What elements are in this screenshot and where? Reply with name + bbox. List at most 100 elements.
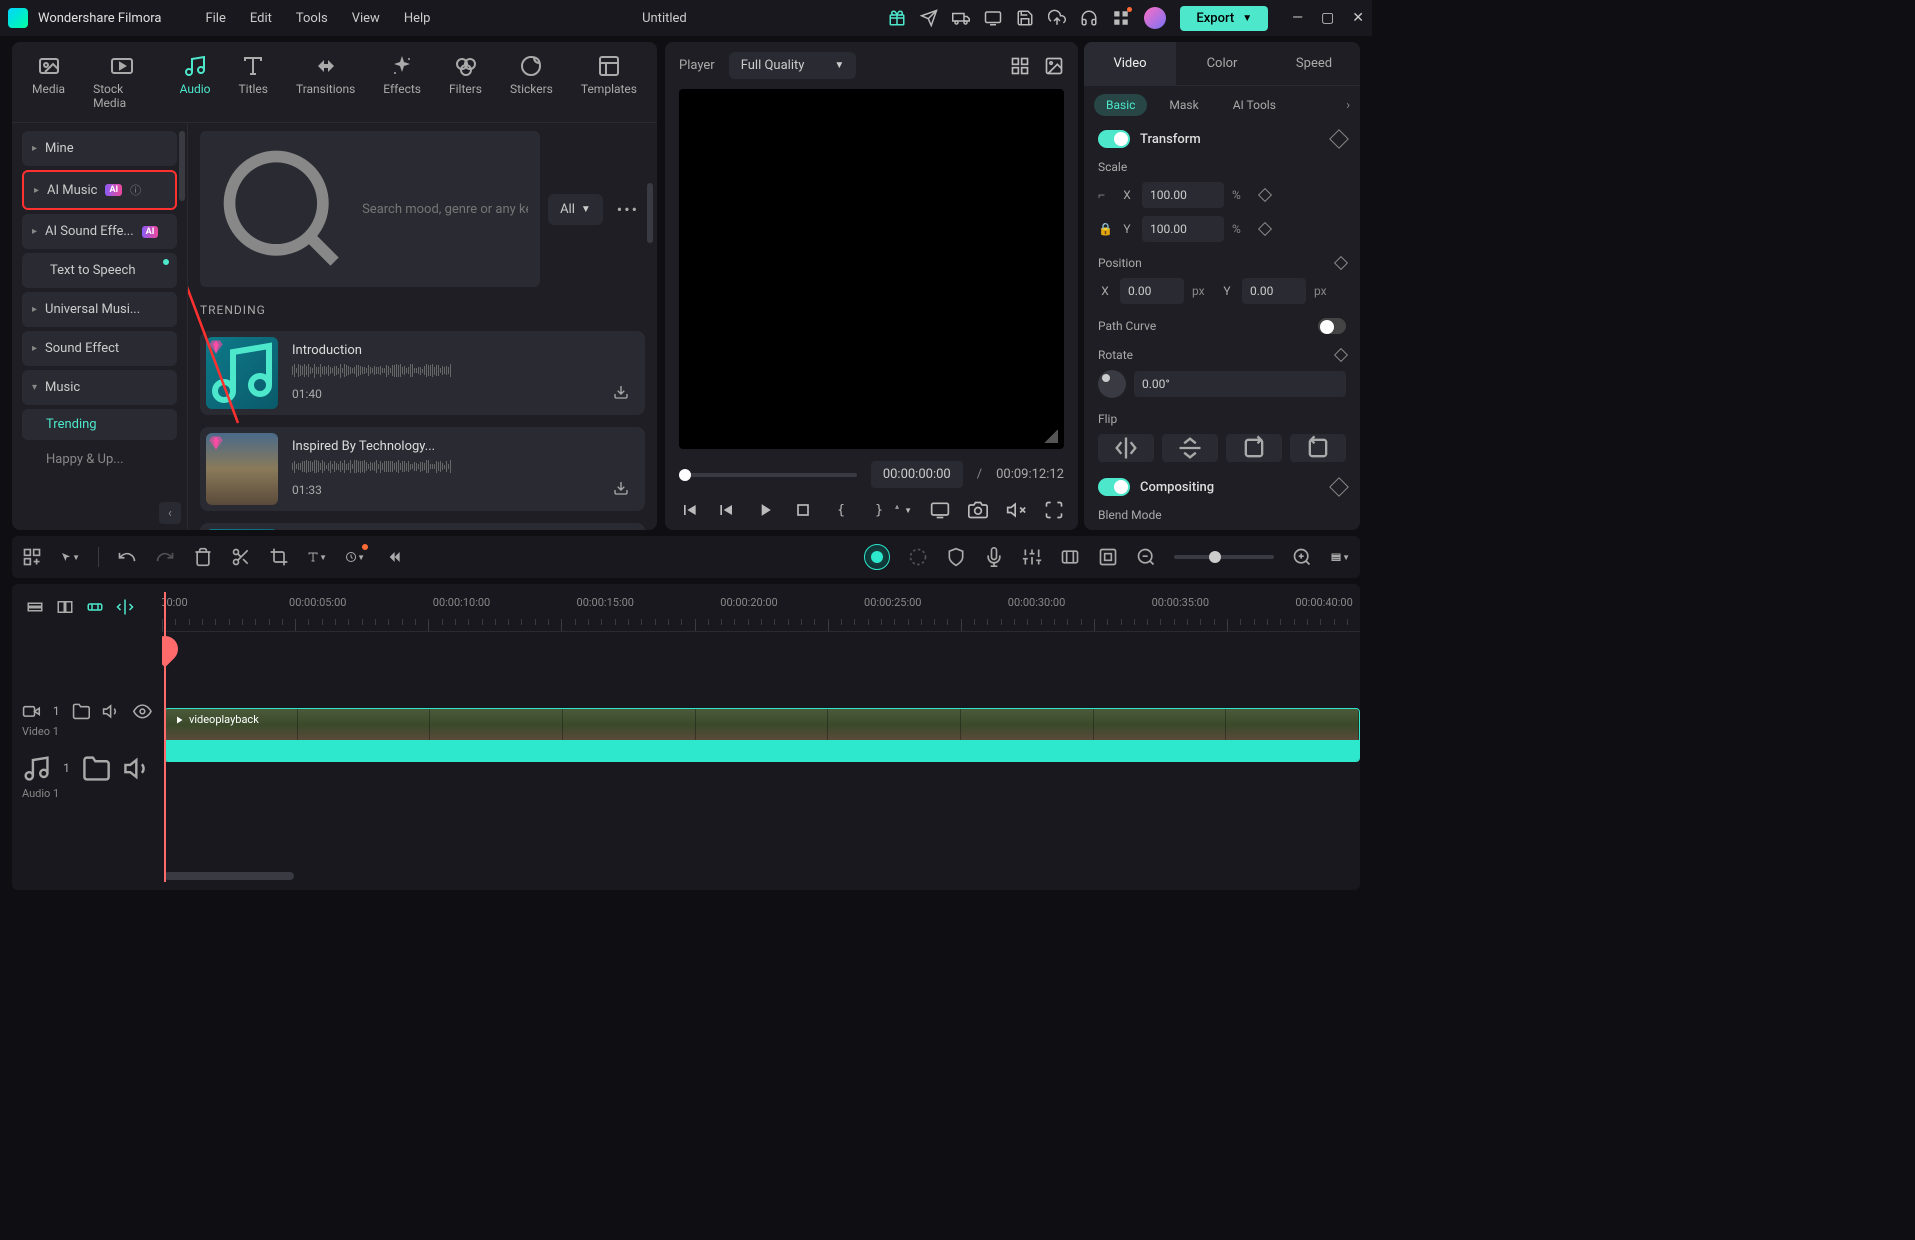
eye-icon[interactable] <box>133 702 152 721</box>
seek-handle[interactable] <box>679 469 691 481</box>
mark-in-button[interactable]: { <box>831 500 851 520</box>
keyframe-button[interactable] <box>1258 222 1272 236</box>
truck-icon[interactable] <box>952 9 970 27</box>
playhead[interactable] <box>164 592 166 882</box>
menu-file[interactable]: File <box>195 7 235 30</box>
shield-button[interactable] <box>946 547 966 567</box>
video-clip[interactable]: videoplayback <box>164 708 1360 762</box>
audio-track-header[interactable]: 1 Audio 1 <box>22 754 152 800</box>
timeline-option-3[interactable] <box>86 596 104 618</box>
video-track-header[interactable]: 1 Video 1 <box>22 702 152 738</box>
cloud-upload-icon[interactable] <box>1048 9 1066 27</box>
horizontal-scrollbar[interactable] <box>164 872 294 880</box>
keyframe-button[interactable] <box>1258 188 1272 202</box>
ai-assistant-button[interactable] <box>864 544 890 570</box>
zoom-in-button[interactable] <box>1292 547 1312 567</box>
timeline-option-2[interactable] <box>56 596 74 618</box>
audio-item[interactable]: Introduction 01:40 <box>200 331 645 415</box>
inspector-tab-speed[interactable]: Speed <box>1268 42 1360 85</box>
tab-stickers[interactable]: Stickers <box>504 52 559 112</box>
fullscreen-button[interactable] <box>1044 500 1064 520</box>
sidebar-item-music[interactable]: ▾Music <box>22 370 177 405</box>
maximize-button[interactable]: ▢ <box>1321 10 1334 26</box>
keyframe-button[interactable] <box>1334 256 1348 270</box>
speed-button[interactable]: ▼ <box>345 547 365 567</box>
tab-filters[interactable]: Filters <box>443 52 488 112</box>
delete-button[interactable] <box>193 547 213 567</box>
render-button[interactable] <box>1098 547 1118 567</box>
headphones-icon[interactable] <box>1080 9 1098 27</box>
select-tool-button[interactable]: ▼ <box>60 547 80 567</box>
gift-icon[interactable] <box>888 9 906 27</box>
tab-templates[interactable]: Templates <box>575 52 643 112</box>
tab-stock-media[interactable]: Stock Media <box>87 52 158 112</box>
scrollbar[interactable] <box>647 183 653 243</box>
position-y-input[interactable] <box>1242 278 1306 304</box>
tab-effects[interactable]: Effects <box>377 52 427 112</box>
color-button[interactable] <box>908 547 928 567</box>
sidebar-item-sound-effect[interactable]: ▸Sound Effect <box>22 331 177 366</box>
inspector-tab-video[interactable]: Video <box>1084 42 1176 85</box>
timeline-ruler[interactable]: 00:0000:00:05:0000:00:10:0000:00:15:0000… <box>162 592 1360 632</box>
menu-view[interactable]: View <box>342 7 390 30</box>
video-viewport[interactable] <box>679 89 1064 449</box>
marker-button[interactable] <box>1060 547 1080 567</box>
audio-item[interactable]: Inspired By Technology... 01:33 <box>200 427 645 511</box>
redo-button[interactable] <box>155 547 175 567</box>
player-seek-track[interactable] <box>679 473 857 477</box>
audio-mixer-button[interactable] <box>1022 547 1042 567</box>
monitor-icon[interactable] <box>984 9 1002 27</box>
user-avatar[interactable] <box>1144 7 1166 29</box>
sidebar-item-mine[interactable]: ▸Mine <box>22 131 177 166</box>
mute-button[interactable] <box>1006 500 1026 520</box>
cut-button[interactable] <box>231 547 251 567</box>
stop-button[interactable] <box>793 500 813 520</box>
quality-dropdown[interactable]: Full Quality▼ <box>729 52 857 79</box>
timeline-option-1[interactable] <box>26 596 44 618</box>
step-back-button[interactable] <box>717 500 737 520</box>
folder-icon[interactable] <box>82 754 111 783</box>
undo-button[interactable] <box>117 547 137 567</box>
path-curve-toggle[interactable] <box>1318 318 1346 334</box>
download-button[interactable] <box>613 384 629 404</box>
folder-icon[interactable] <box>72 702 91 721</box>
timeline-option-4[interactable] <box>116 596 134 618</box>
apps-icon[interactable] <box>1112 9 1130 27</box>
lock-icon[interactable]: 🔒 <box>1098 222 1112 236</box>
position-x-input[interactable] <box>1120 278 1184 304</box>
image-icon[interactable] <box>1044 56 1064 76</box>
display-button[interactable] <box>930 500 950 520</box>
rotate-cw-button[interactable] <box>1226 434 1282 462</box>
more-options-button[interactable]: ••• <box>611 194 645 225</box>
fit-button[interactable]: ▼ <box>1330 547 1350 567</box>
sidebar-item-ai-music[interactable]: ▸AI MusicAIⓘ <box>22 170 177 210</box>
tab-media[interactable]: Media <box>26 52 71 112</box>
prev-frame-button[interactable] <box>679 500 699 520</box>
crop-button[interactable] <box>269 547 289 567</box>
text-button[interactable]: ▼ <box>307 547 327 567</box>
snapshot-button[interactable] <box>968 500 988 520</box>
add-track-button[interactable] <box>22 547 42 567</box>
menu-help[interactable]: Help <box>394 7 441 30</box>
zoom-slider[interactable] <box>1174 555 1274 559</box>
send-icon[interactable] <box>920 9 938 27</box>
menu-edit[interactable]: Edit <box>240 7 282 30</box>
layout-grid-icon[interactable] <box>1010 56 1030 76</box>
collapse-sidebar-button[interactable]: ‹ <box>159 502 181 524</box>
minimize-button[interactable]: — <box>1292 10 1303 26</box>
filter-dropdown[interactable]: All▼ <box>548 194 603 225</box>
inspector-subtab-mask[interactable]: Mask <box>1157 94 1210 116</box>
compositing-toggle[interactable] <box>1098 478 1130 496</box>
mic-button[interactable] <box>984 547 1004 567</box>
zoom-out-button[interactable] <box>1136 547 1156 567</box>
sidebar-sub-trending[interactable]: Trending <box>22 409 177 440</box>
save-icon[interactable] <box>1016 9 1034 27</box>
speaker-icon[interactable] <box>123 754 152 783</box>
close-button[interactable]: ✕ <box>1352 10 1364 26</box>
sidebar-item-ai-sound-effect[interactable]: ▸AI Sound Effe...AI <box>22 214 177 249</box>
inspector-subtab-basic[interactable]: Basic <box>1094 94 1147 116</box>
mark-out-button[interactable]: } <box>869 500 889 520</box>
marker-dropdown[interactable]: ▼ <box>892 500 912 520</box>
keyframe-button[interactable] <box>1329 129 1349 149</box>
scale-y-input[interactable] <box>1142 216 1224 242</box>
